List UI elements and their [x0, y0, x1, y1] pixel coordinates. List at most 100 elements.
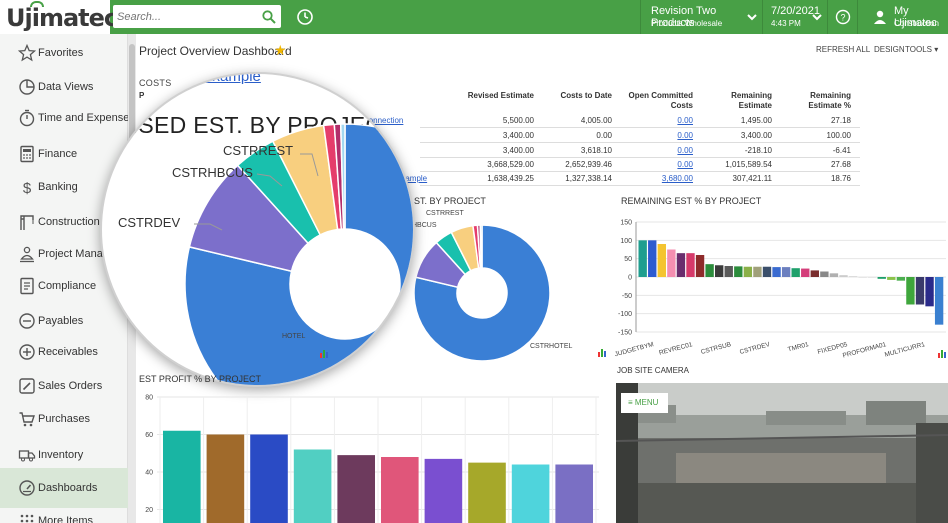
costs-cell: 1,495.00	[740, 116, 772, 125]
remaining-bar[interactable]	[667, 249, 676, 278]
profit-bar[interactable]	[293, 449, 332, 523]
remaining-bar[interactable]	[810, 270, 819, 277]
remaining-bar[interactable]	[686, 253, 695, 277]
profit-bar[interactable]	[468, 462, 506, 523]
remaining-bar[interactable]	[877, 277, 886, 279]
gauge-icon	[19, 480, 35, 496]
remaining-bar[interactable]	[715, 265, 724, 277]
donut-label: CSTRREST	[426, 210, 464, 217]
help-button[interactable]: ?	[827, 0, 857, 34]
svg-text:$: $	[23, 180, 32, 196]
timer-icon[interactable]	[292, 5, 318, 29]
logo-text: Ujimatec	[6, 4, 118, 32]
y-tick-label: 150	[620, 220, 632, 227]
y-tick-label: 20	[145, 507, 153, 514]
company-selector[interactable]: Revision Two Products Products Wholesale	[640, 0, 762, 34]
search-input[interactable]	[117, 8, 257, 25]
chart-type-icon[interactable]	[937, 348, 947, 358]
date-selector[interactable]: 7/20/2021 4:43 PM	[762, 0, 827, 34]
costs-cell: 1,327,338.14	[565, 174, 612, 183]
costs-cell[interactable]: 0.00	[677, 160, 693, 169]
costs-cell[interactable]: 0.00	[677, 116, 693, 125]
camera-menu-button[interactable]: ≡ MENU	[621, 393, 668, 413]
remaining-bar[interactable]	[868, 277, 877, 278]
costs-cell[interactable]: 0.00	[677, 131, 693, 140]
remaining-bar[interactable]	[887, 277, 896, 280]
help-icon: ?	[835, 9, 851, 25]
profit-bar[interactable]	[206, 434, 245, 523]
search-icon[interactable]	[261, 9, 277, 25]
remaining-bar[interactable]	[762, 266, 772, 277]
remaining-bar[interactable]	[648, 240, 657, 277]
remaining-bar[interactable]	[724, 266, 733, 277]
remaining-bar[interactable]	[781, 267, 791, 277]
costs-col-header: Costs to Date	[560, 91, 612, 100]
profit-bar[interactable]	[511, 464, 550, 523]
profit-bar[interactable]	[424, 458, 463, 523]
camera-title: JOB SITE CAMERA	[617, 366, 690, 375]
remaining-bar[interactable]	[791, 268, 800, 277]
remaining-bar[interactable]	[896, 277, 906, 281]
profit-bar[interactable]	[163, 430, 201, 523]
costs-cell[interactable]: 3,680.00	[662, 174, 693, 183]
donut-slice-other-3[interactable]	[479, 224, 483, 269]
dollar-icon: $	[23, 180, 32, 196]
sidebar-item-label: Construction	[38, 216, 100, 228]
remaining-bar[interactable]	[695, 255, 705, 277]
remaining-bar[interactable]	[638, 240, 647, 277]
y-tick-label: 60	[145, 432, 153, 439]
logo[interactable]: Ujimatec	[0, 0, 118, 34]
job-site-camera[interactable]: ≡ MENU	[616, 383, 948, 523]
profit-bar[interactable]	[250, 434, 288, 523]
sidebar-item-label: Purchases	[38, 413, 90, 425]
search-box	[113, 5, 281, 28]
costs-cell: 18.76	[830, 174, 851, 183]
costs-cell: -6.41	[832, 146, 851, 155]
costs-cell[interactable]: 0.00	[677, 146, 693, 155]
y-tick-label: 50	[624, 256, 632, 263]
sidebar-item-label: Data Views	[38, 81, 94, 93]
profit-chart-title: EST PROFIT % BY PROJECT	[139, 374, 262, 384]
remaining-bar[interactable]	[753, 266, 762, 277]
remaining-bar[interactable]	[848, 276, 858, 278]
remaining-bar[interactable]	[829, 273, 839, 277]
chart-type-icon[interactable]	[319, 348, 329, 358]
favorite-star-icon[interactable]: ★	[274, 42, 287, 59]
star-icon	[18, 44, 36, 62]
row-divider	[420, 127, 860, 128]
sidebar-item-purchases[interactable]: Purchases	[0, 399, 128, 439]
chevron-down-icon	[812, 14, 822, 21]
sidebar-item-more-items[interactable]: More Items	[0, 501, 128, 523]
profit-bar[interactable]	[381, 457, 419, 523]
remaining-bar[interactable]	[915, 277, 925, 305]
remaining-bar[interactable]	[839, 275, 848, 277]
profit-bar[interactable]	[337, 455, 375, 523]
remaining-bar[interactable]	[801, 268, 810, 277]
costs-col-header: Remaining Estimate %	[808, 91, 851, 110]
magnified-pie-chart: HOTEL	[184, 123, 413, 385]
remaining-bar[interactable]	[858, 277, 867, 278]
user-menu[interactable]: My Ujimatec Construction	[857, 0, 948, 34]
remaining-bar[interactable]	[657, 244, 666, 277]
tools-menu[interactable]: TOOLS ▾	[905, 45, 938, 54]
chart-type-icon[interactable]	[597, 347, 607, 357]
design-button[interactable]: DESIGN	[874, 45, 905, 54]
sidebar-item-label: Dashboards	[38, 482, 98, 494]
profit-bar[interactable]	[555, 464, 593, 523]
remaining-bar[interactable]	[934, 277, 944, 325]
refresh-all-button[interactable]: REFRESH ALL	[816, 45, 870, 54]
remaining-bar[interactable]	[820, 271, 829, 278]
remaining-bar[interactable]	[676, 253, 686, 277]
magnifier-lens: ject Example VISED EST. BY PROJECT HOTEL…	[100, 72, 415, 387]
remaining-bar[interactable]	[705, 264, 714, 277]
remaining-bar[interactable]	[925, 277, 934, 307]
remaining-bar[interactable]	[906, 277, 915, 305]
user-icon	[874, 10, 886, 24]
sidebar-item-label: Favorites	[38, 47, 84, 59]
app-window: Ujimatec Revision Two Products Products …	[0, 0, 948, 523]
remaining-bar[interactable]	[734, 266, 743, 277]
remaining-bar[interactable]	[772, 267, 781, 277]
costs-cell: 27.68	[830, 160, 851, 169]
row-divider	[420, 142, 860, 143]
remaining-bar[interactable]	[743, 266, 753, 277]
